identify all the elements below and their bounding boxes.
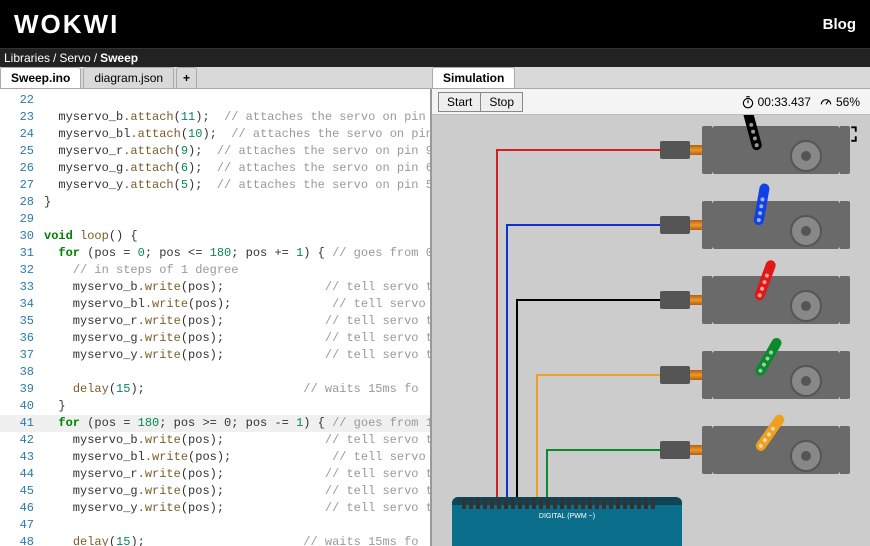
stop-button[interactable]: Stop (481, 92, 523, 112)
line-gutter: 2223242526272829303132333435363738394041… (0, 89, 40, 546)
breadcrumb: Libraries/Servo/Sweep (0, 48, 870, 67)
code-content[interactable]: myservo_b.attach(11); // attaches the se… (40, 89, 430, 546)
tab-sweep-ino[interactable]: Sweep.ino (0, 67, 81, 88)
servo-green[interactable] (660, 345, 840, 405)
editor-tabs: Sweep.ino diagram.json + Simulation (0, 67, 870, 89)
simulation-toolbar: Start Stop 00:33.437 56% (432, 89, 870, 115)
tab-diagram-json[interactable]: diagram.json (83, 67, 174, 88)
start-button[interactable]: Start (438, 92, 481, 112)
gauge-icon (819, 95, 833, 109)
app-header: WOKWI Blog (0, 0, 870, 48)
code-editor[interactable]: 2223242526272829303132333435363738394041… (0, 89, 430, 546)
servo-red[interactable] (660, 270, 840, 330)
breadcrumb-libraries[interactable]: Libraries (4, 51, 50, 65)
logo[interactable]: WOKWI (14, 9, 119, 40)
tab-add[interactable]: + (176, 67, 197, 88)
board-digital-label: DIGITAL (PWM ~) (539, 513, 595, 520)
servo-blue[interactable] (660, 195, 840, 255)
simulation-canvas[interactable]: DIGITAL (PWM ~) ∞ UNO (432, 115, 870, 546)
servo-black[interactable] (660, 120, 840, 180)
sim-time: 00:33.437 (737, 95, 815, 109)
simulation-panel: Start Stop 00:33.437 56% (430, 89, 870, 546)
blog-link[interactable]: Blog (823, 16, 856, 33)
servo-yellow[interactable] (660, 420, 840, 480)
breadcrumb-servo[interactable]: Servo (59, 51, 90, 65)
tab-simulation[interactable]: Simulation (432, 67, 515, 88)
sim-performance: 56% (815, 95, 864, 109)
breadcrumb-current: Sweep (100, 51, 138, 65)
arduino-board[interactable]: DIGITAL (PWM ~) ∞ UNO (452, 497, 682, 546)
stopwatch-icon (741, 95, 755, 109)
